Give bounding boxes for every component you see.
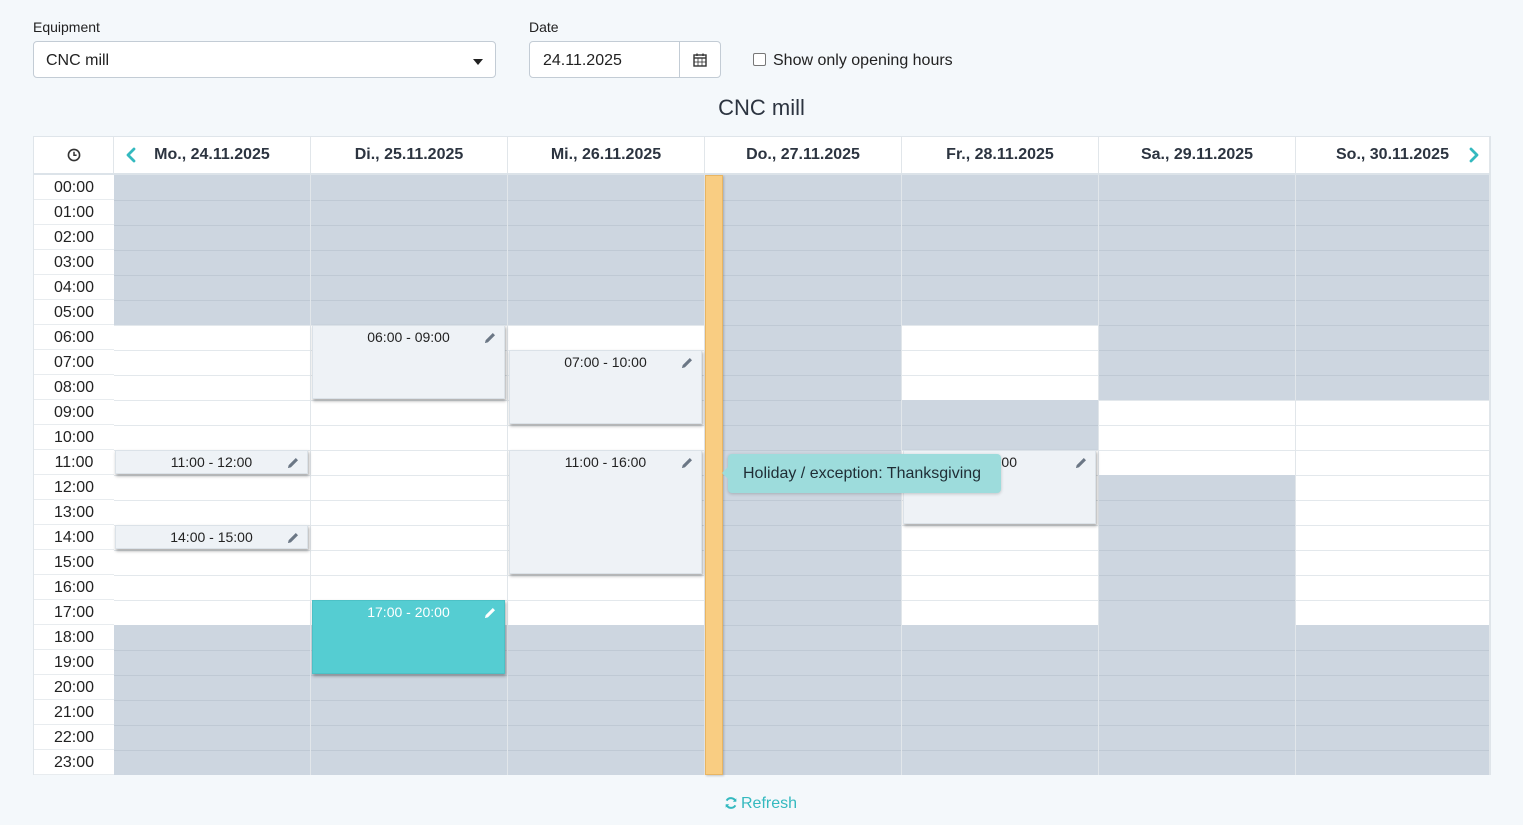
- equipment-label: Equipment: [33, 19, 100, 35]
- available-slot[interactable]: 14:00 - 15:00: [115, 525, 308, 549]
- day-header: Di., 25.11.2025: [311, 137, 508, 173]
- time-label: 00:00: [34, 175, 114, 200]
- edit-pencil-icon[interactable]: [286, 456, 300, 470]
- opening-hours-checkbox[interactable]: [753, 53, 766, 66]
- closed-block: [311, 175, 507, 325]
- event-time-label: 17:00 - 20:00: [367, 604, 450, 620]
- time-label: 10:00: [34, 425, 114, 450]
- available-slot[interactable]: 11:00 - 12:00: [115, 450, 308, 474]
- next-week-button[interactable]: [1467, 147, 1481, 163]
- chevron-down-icon: [473, 59, 483, 65]
- time-label: 05:00: [34, 300, 114, 325]
- holiday-tooltip-text: Holiday / exception: Thanksgiving: [743, 465, 982, 482]
- calendar-icon: [693, 53, 707, 67]
- previous-week-button[interactable]: [124, 147, 138, 163]
- edit-pencil-icon[interactable]: [680, 356, 694, 370]
- time-label: 18:00: [34, 625, 114, 650]
- time-label: 14:00: [34, 525, 114, 550]
- available-slot[interactable]: 11:00 - 16:00: [509, 450, 702, 574]
- edit-pencil-icon[interactable]: [680, 456, 694, 470]
- event-time-label: 11:00 - 16:00: [564, 454, 647, 470]
- time-label: 06:00: [34, 325, 114, 350]
- calendar-title: CNC mill: [718, 95, 805, 120]
- day-header: So., 30.11.2025: [1296, 137, 1490, 173]
- closed-block: [1296, 175, 1489, 400]
- date-picker-button[interactable]: [679, 42, 720, 77]
- edit-pencil-icon[interactable]: [1074, 456, 1088, 470]
- day-header: Do., 27.11.2025: [705, 137, 902, 173]
- time-label: 02:00: [34, 225, 114, 250]
- day-column[interactable]: [1099, 175, 1296, 775]
- day-column[interactable]: [1296, 175, 1490, 775]
- event-time-label: 11:00 - 12:00: [170, 454, 253, 470]
- day-header: Mo., 24.11.2025: [114, 137, 311, 173]
- time-header: [34, 137, 114, 173]
- refresh-label: Refresh: [741, 795, 798, 812]
- edit-pencil-icon[interactable]: [286, 531, 300, 545]
- closed-block: [1099, 175, 1295, 400]
- closed-block: [508, 175, 704, 325]
- time-label: 21:00: [34, 700, 114, 725]
- date-input[interactable]: 24.11.2025: [529, 41, 721, 78]
- available-slot[interactable]: 07:00 - 10:00: [509, 350, 702, 424]
- time-label: 03:00: [34, 250, 114, 275]
- event-time-label: 14:00 - 15:00: [170, 529, 253, 545]
- time-label: 23:00: [34, 750, 114, 775]
- day-column[interactable]: 07:00 - 10:00 11:00 - 16:00: [508, 175, 705, 775]
- closed-block: [902, 625, 1098, 775]
- event-time-label: 07:00 - 10:00: [564, 354, 647, 370]
- time-label: 04:00: [34, 275, 114, 300]
- closed-block: [1099, 475, 1295, 625]
- closed-block: [1099, 625, 1295, 775]
- time-label: 16:00: [34, 575, 114, 600]
- time-label: 15:00: [34, 550, 114, 575]
- time-label: 07:00: [34, 350, 114, 375]
- refresh-button[interactable]: Refresh: [724, 795, 797, 813]
- closed-block: [508, 625, 704, 775]
- closed-block: [114, 625, 310, 775]
- opening-hours-label[interactable]: Show only opening hours: [773, 52, 953, 70]
- day-header: Mi., 26.11.2025: [508, 137, 705, 173]
- time-label: 09:00: [34, 400, 114, 425]
- time-label: 13:00: [34, 500, 114, 525]
- day-header: Fr., 28.11.2025: [902, 137, 1099, 173]
- closed-block: [902, 175, 1098, 325]
- closed-block: [902, 400, 1098, 450]
- edit-pencil-icon[interactable]: [483, 331, 497, 345]
- time-label: 20:00: [34, 675, 114, 700]
- time-label: 19:00: [34, 650, 114, 675]
- calendar-header: Mo., 24.11.2025 Di., 25.11.2025 Mi., 26.11…: [34, 137, 1490, 175]
- edit-pencil-icon[interactable]: [483, 606, 497, 620]
- time-label: 12:00: [34, 475, 114, 500]
- day-header: Sa., 29.11.2025: [1099, 137, 1296, 173]
- holiday-marker[interactable]: [705, 175, 723, 775]
- time-label: 22:00: [34, 725, 114, 750]
- equipment-select-value: CNC mill: [46, 52, 110, 69]
- clock-icon: [67, 148, 81, 162]
- refresh-icon: [725, 797, 737, 809]
- time-label: 08:00: [34, 375, 114, 400]
- time-label: 11:00: [34, 450, 114, 475]
- day-column[interactable]: 06:00 - 09:00 17:00 - 20:00: [311, 175, 508, 775]
- day-column[interactable]: 11:00 - 12:00 14:00 - 15:00: [114, 175, 311, 775]
- closed-block: [114, 175, 310, 325]
- booking-event[interactable]: 17:00 - 20:00: [312, 600, 505, 674]
- event-time-label: 06:00 - 09:00: [367, 329, 450, 345]
- available-slot[interactable]: 06:00 - 09:00: [312, 325, 505, 399]
- date-label: Date: [529, 19, 559, 35]
- closed-block: [1296, 625, 1489, 775]
- holiday-tooltip: Holiday / exception: Thanksgiving: [722, 454, 1001, 493]
- equipment-select[interactable]: CNC mill: [33, 41, 496, 78]
- date-input-value: 24.11.2025: [543, 52, 622, 69]
- time-label: 01:00: [34, 200, 114, 225]
- time-label: 17:00: [34, 600, 114, 625]
